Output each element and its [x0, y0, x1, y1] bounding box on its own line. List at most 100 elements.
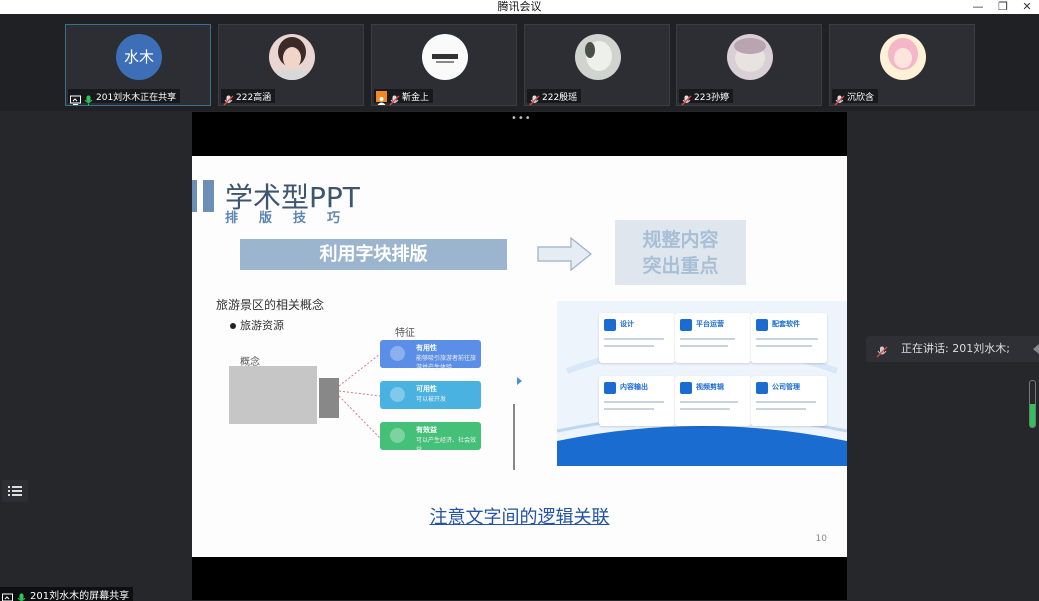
user-camera-icon	[376, 90, 387, 105]
bullet-text: 旅游资源	[240, 319, 284, 332]
feature-sub: 可以产生经济、社会效益	[416, 437, 477, 453]
speaking-text: 正在讲话: 201刘水木;	[901, 336, 1010, 362]
volume-fill	[1030, 404, 1035, 427]
screen-share-icon	[2, 589, 13, 601]
window-title: 腾讯会议	[497, 0, 542, 13]
slide-subtitle: 排版技巧	[225, 211, 362, 226]
participant-name: 222高涵	[236, 92, 272, 103]
screen-share-icon	[70, 91, 81, 105]
feature-card: 可用性 可以被开发	[380, 381, 481, 409]
minimize-button[interactable]: —	[968, 0, 988, 14]
card-line	[756, 401, 816, 403]
restore-button[interactable]: ❐	[993, 0, 1013, 14]
participant-tile[interactable]: 沉欣含	[829, 24, 975, 106]
bullet-item: 旅游资源	[230, 317, 284, 333]
card-icon	[756, 319, 768, 331]
card-line	[604, 408, 654, 410]
play-arrow-icon	[517, 377, 522, 385]
mic-muted-icon	[834, 91, 845, 105]
participant-label: 201刘水木正在共享	[68, 89, 181, 105]
avatar	[269, 34, 315, 80]
illustration: 设计 平台运营 配套软件 内容输出 视频剪辑 公司管理	[557, 301, 847, 466]
participant-strip: 水木 201刘水木正在共享 222高涵 靳金上 222殷瑶 223孙婷 沉欣含	[0, 14, 1039, 111]
list-icon	[8, 486, 22, 496]
participant-tile[interactable]: 靳金上	[371, 24, 517, 106]
close-button[interactable]: ✕	[1017, 0, 1037, 14]
participant-tile[interactable]: 222高涵	[218, 24, 364, 106]
participant-label: 222高涵	[221, 89, 276, 105]
list-button[interactable]	[2, 480, 28, 502]
slide-bottom-title: 注意文字间的逻辑关联	[429, 507, 610, 528]
card-title: 设计	[620, 320, 634, 328]
card-title: 内容输出	[620, 383, 648, 391]
collapse-arrow-icon[interactable]	[1033, 344, 1039, 354]
participant-name: 沉欣含	[847, 92, 875, 103]
mic-muted-icon	[529, 91, 540, 105]
participant-tile[interactable]: 222殷瑶	[524, 24, 670, 106]
title-accent-bar	[203, 180, 214, 212]
participant-tile[interactable]: 水木 201刘水木正在共享	[65, 24, 211, 106]
card-line	[604, 338, 664, 340]
feature-card: 设计	[599, 313, 675, 363]
card-line	[680, 338, 735, 340]
title-accent-bar	[192, 180, 197, 212]
card-icon	[604, 382, 616, 394]
feature-title: 有用性	[416, 344, 437, 352]
card-title: 配套软件	[772, 320, 800, 328]
participant-tile[interactable]: 223孙婷	[676, 24, 822, 106]
feature-card: 内容输出	[599, 376, 675, 426]
speaker-mic-icon	[876, 343, 888, 362]
participant-name: 222殷瑶	[542, 92, 578, 103]
card-icon	[680, 382, 692, 394]
card-line	[680, 345, 728, 347]
share-owner-text: 201刘水木的屏幕共享	[30, 590, 130, 601]
mic-muted-icon	[223, 91, 234, 105]
feature-card: 视频剪辑	[675, 376, 751, 426]
divider	[513, 404, 515, 470]
more-dots-icon[interactable]: •••	[511, 113, 532, 124]
shared-screen[interactable]: ••• 学术型PPT 排版技巧 利用字块排版 规整内容突出重点 旅游景区的相关概…	[192, 112, 847, 600]
feature-title: 可用性	[416, 385, 437, 393]
feature-title: 有效益	[416, 426, 437, 434]
participant-label: 223孙婷	[679, 89, 734, 105]
card-line	[604, 401, 664, 403]
speaking-label: 正在讲话:	[901, 342, 949, 355]
card-icon	[756, 382, 768, 394]
feature-icon	[390, 346, 405, 361]
participant-label: 222殷瑶	[527, 89, 582, 105]
feature-icon	[390, 428, 405, 443]
card-title: 平台运营	[696, 320, 724, 328]
mic-on-icon	[16, 589, 27, 601]
avatar	[422, 34, 468, 80]
card-icon	[680, 319, 692, 331]
text-block-right-label: 规整内容突出重点	[642, 229, 719, 277]
feature-icon	[390, 387, 405, 402]
avatar	[575, 34, 621, 80]
avatar	[727, 34, 773, 80]
bullet-icon	[230, 323, 236, 329]
feature-card: 公司管理	[751, 376, 827, 426]
feature-sub: 可以被开发	[416, 396, 447, 403]
feature-sub: 能够吸引旅游者前往旅游并产生体验	[416, 355, 477, 371]
volume-meter	[1029, 380, 1036, 428]
participant-label: 靳金上	[374, 89, 434, 105]
text-block-right: 规整内容突出重点	[615, 220, 746, 285]
participant-name: 223孙婷	[694, 92, 730, 103]
card-line	[680, 401, 738, 403]
connector-node	[319, 378, 339, 418]
card-title: 视频剪辑	[696, 383, 724, 391]
section-title: 旅游景区的相关概念	[216, 298, 325, 312]
speaking-indicator: 正在讲话: 201刘水木;	[866, 336, 1039, 362]
feature-card: 有用性 能够吸引旅游者前往旅游并产生体验	[380, 340, 481, 371]
concept-box	[229, 366, 317, 424]
speaker-name: 201刘水木;	[952, 342, 1010, 355]
participant-name: 201刘水木正在共享	[96, 92, 177, 103]
card-line	[680, 408, 730, 410]
connector-lines	[339, 353, 381, 439]
mic-muted-icon	[681, 91, 692, 105]
title-bar: 腾讯会议 — ❐ ✕	[0, 0, 1039, 14]
mic-on-icon	[83, 91, 94, 105]
arrow-right-icon	[537, 236, 593, 275]
card-icon	[604, 319, 616, 331]
participant-label: 沉欣含	[832, 89, 879, 105]
